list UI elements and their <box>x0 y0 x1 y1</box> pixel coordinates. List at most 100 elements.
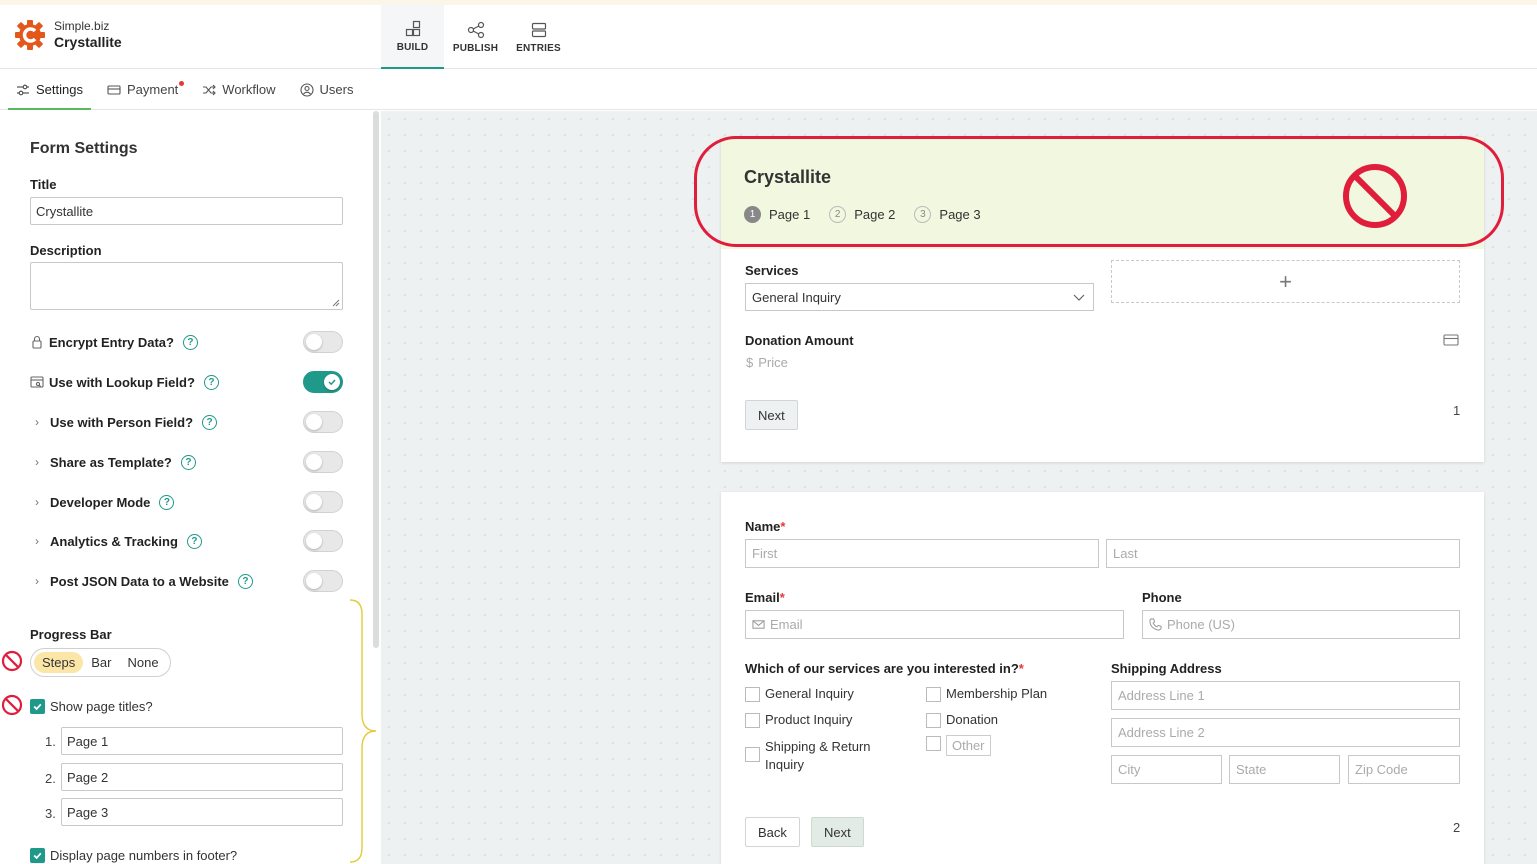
toggle-row-lookup: Use with Lookup Field? ? <box>30 370 343 394</box>
email-input[interactable]: Email <box>745 610 1124 639</box>
next-button[interactable]: Next <box>745 400 798 430</box>
page-title-input-1[interactable] <box>61 727 343 755</box>
next-button[interactable]: Next <box>811 817 864 847</box>
step-label: Page 3 <box>939 207 981 222</box>
help-icon[interactable]: ? <box>159 494 175 510</box>
encrypt-toggle[interactable] <box>303 331 343 353</box>
form-title: Crystallite <box>744 167 832 187</box>
shuffle-icon <box>203 84 217 95</box>
settings-subnav: Settings Payment Workflow Users <box>0 70 1537 110</box>
lock-icon <box>32 335 42 349</box>
json-toggle[interactable] <box>303 570 343 592</box>
subnav-users[interactable]: Users <box>292 70 362 110</box>
email-label: Email* <box>745 590 785 605</box>
step-2[interactable]: 2 Page 2 <box>829 206 895 223</box>
zip-code-input[interactable]: Zip Code <box>1348 755 1460 784</box>
back-button[interactable]: Back <box>745 817 800 847</box>
subnav-payment[interactable]: Payment <box>99 70 186 110</box>
progress-option-steps[interactable]: Steps <box>34 652 84 673</box>
form-settings-panel: Form Settings Title Description Encrypt … <box>0 111 372 864</box>
prohibited-icon <box>1 650 23 672</box>
blocks-icon <box>405 20 420 36</box>
show-page-titles-checkbox[interactable]: Show page titles? <box>30 699 153 714</box>
prohibited-icon <box>1343 164 1407 228</box>
page-title-number: 2. <box>45 771 56 786</box>
description-textarea[interactable] <box>30 262 343 310</box>
step-1[interactable]: 1 Page 1 <box>744 206 810 223</box>
step-number: 2 <box>829 206 847 223</box>
progress-option-none[interactable]: None <box>119 652 166 673</box>
help-icon[interactable]: ? <box>186 533 202 549</box>
lookup-toggle[interactable] <box>303 371 343 393</box>
page-title-input-3[interactable] <box>61 798 343 826</box>
services-select[interactable]: General Inquiry <box>745 283 1094 311</box>
chevron-right-icon: › <box>35 455 39 469</box>
toggle-row-person[interactable]: › Use with Person Field? ? <box>30 410 343 434</box>
panel-scrollbar[interactable] <box>373 111 379 648</box>
tab-build[interactable]: BUILD <box>381 5 444 69</box>
template-toggle[interactable] <box>303 451 343 473</box>
city-input[interactable]: City <box>1111 755 1222 784</box>
address-line-2-input[interactable]: Address Line 2 <box>1111 718 1460 747</box>
title-label: Title <box>30 177 57 192</box>
help-icon[interactable]: ? <box>237 573 253 589</box>
phone-icon <box>1149 618 1162 631</box>
analytics-label: Analytics & Tracking <box>50 533 178 549</box>
help-icon[interactable]: ? <box>202 414 218 430</box>
services-selected-value: General Inquiry <box>752 290 841 305</box>
toggle-row-json[interactable]: › Post JSON Data to a Website ? <box>30 569 343 593</box>
checkbox-membership-plan[interactable]: Membership Plan <box>926 686 1047 702</box>
chevron-down-icon <box>1073 294 1085 301</box>
toggle-row-developer[interactable]: › Developer Mode ? <box>30 490 343 514</box>
help-icon[interactable]: ? <box>182 334 198 350</box>
template-label: Share as Template? <box>50 454 172 470</box>
tab-entries[interactable]: ENTRIES <box>507 5 570 69</box>
person-toggle[interactable] <box>303 411 343 433</box>
last-name-input[interactable]: Last <box>1106 539 1460 568</box>
checkbox-product-inquiry[interactable]: Product Inquiry <box>745 712 852 728</box>
title-input[interactable] <box>30 197 343 225</box>
subnav-workflow[interactable]: Workflow <box>194 70 283 110</box>
progress-bar-label: Progress Bar <box>30 627 112 642</box>
developer-toggle[interactable] <box>303 491 343 513</box>
checkbox-checked-icon <box>30 848 45 863</box>
address-line-1-input[interactable]: Address Line 1 <box>1111 681 1460 710</box>
chevron-right-icon: › <box>35 415 39 429</box>
brand[interactable]: Simple.biz Crystallite <box>14 19 122 51</box>
subnav-users-label: Users <box>319 82 354 97</box>
step-3[interactable]: 3 Page 3 <box>914 206 981 223</box>
checkbox-general-inquiry[interactable]: General Inquiry <box>745 686 854 702</box>
phone-input[interactable]: Phone (US) <box>1142 610 1460 639</box>
lookup-icon <box>30 376 44 388</box>
first-name-input[interactable]: First <box>745 539 1099 568</box>
other-input[interactable]: Other <box>946 735 991 756</box>
page-title-input-2[interactable] <box>61 763 343 791</box>
shipping-address-label: Shipping Address <box>1111 661 1222 676</box>
subnav-payment-label: Payment <box>126 82 179 97</box>
services-question: Which of our services are you interested… <box>745 661 1024 676</box>
share-icon <box>467 21 484 38</box>
tab-publish[interactable]: PUBLISH <box>444 5 507 69</box>
help-icon[interactable]: ? <box>203 374 219 390</box>
state-input[interactable]: State <box>1229 755 1340 784</box>
add-field-dropzone[interactable]: + <box>1111 260 1460 303</box>
form-page-2: Name* First Last Email* Email Phone Phon… <box>721 492 1484 864</box>
description-label: Description <box>30 243 102 258</box>
footer-page-numbers-checkbox[interactable]: Display page numbers in footer? <box>30 848 237 863</box>
toggle-row-template[interactable]: › Share as Template? ? <box>30 450 343 474</box>
toggle-row-analytics[interactable]: › Analytics & Tracking ? <box>30 529 343 553</box>
subnav-settings[interactable]: Settings <box>8 70 91 110</box>
checkbox-donation[interactable]: Donation <box>926 712 998 728</box>
check-icon <box>328 379 336 386</box>
user-icon <box>299 82 314 97</box>
checkbox-shipping-return[interactable]: Shipping & Return Inquiry <box>745 738 895 774</box>
json-label: Post JSON Data to a Website <box>50 573 229 589</box>
progress-option-bar[interactable]: Bar <box>83 652 119 673</box>
subnav-workflow-label: Workflow <box>222 82 276 97</box>
plus-icon: + <box>1279 268 1292 294</box>
resize-grip-icon[interactable] <box>332 299 340 307</box>
price-field[interactable]: $ Price <box>746 355 788 370</box>
checkbox-other[interactable]: Other <box>926 735 991 756</box>
analytics-toggle[interactable] <box>303 530 343 552</box>
help-icon[interactable]: ? <box>180 454 196 470</box>
